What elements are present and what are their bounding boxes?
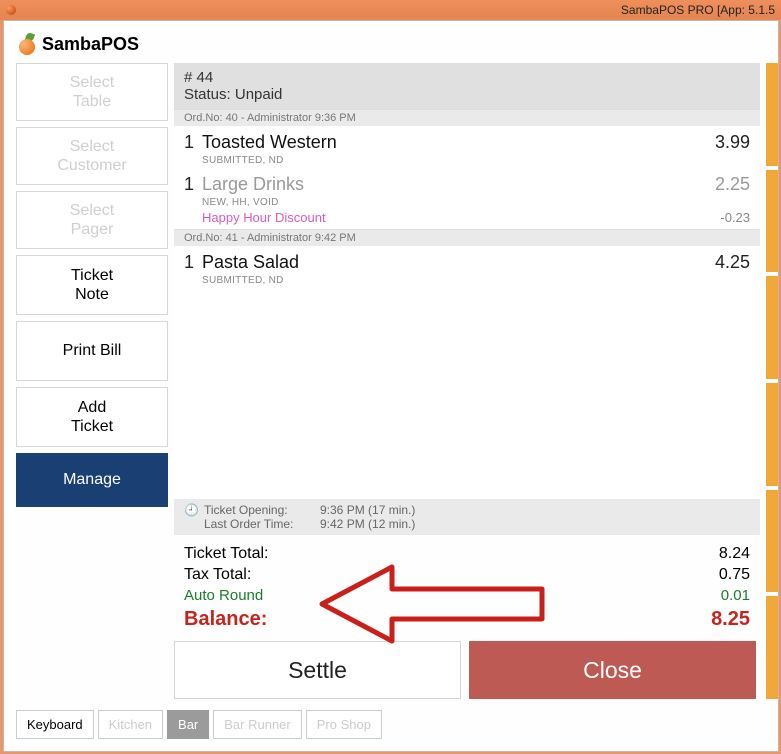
right-strip xyxy=(764,63,778,699)
ticket-header: # 44 Status: Unpaid xyxy=(174,63,760,109)
window-title: SambaPOS PRO [App: 5.1.5 xyxy=(621,3,775,17)
right-strip-button[interactable] xyxy=(766,490,778,593)
order-tags: NEW, HH, VOID xyxy=(202,197,715,208)
order-line[interactable]: 1Toasted Western SUBMITTED, ND3.99 xyxy=(174,126,760,168)
clock-icon: 🕘 xyxy=(184,503,198,517)
titlebar: SambaPOS PRO [App: 5.1.5 xyxy=(0,0,781,20)
order-tags: SUBMITTED, ND xyxy=(202,275,715,286)
order-price: 4.25 xyxy=(715,252,750,273)
auto-round-label: Auto Round xyxy=(184,586,721,606)
order-qty: 1 xyxy=(184,174,202,195)
right-strip-button[interactable] xyxy=(766,276,778,379)
brand-logo-icon xyxy=(16,33,38,55)
right-strip-button[interactable] xyxy=(766,596,778,699)
totals: Ticket Total:8.24 Tax Total:0.75 Auto Ro… xyxy=(174,535,760,637)
ticket-times: 🕘 Ticket Opening: 9:36 PM (17 min.) Last… xyxy=(174,499,760,535)
order-list: Ord.No: 40 - Administrator 9:36 PM1Toast… xyxy=(174,109,760,499)
tab-pro-shop[interactable]: Pro Shop xyxy=(306,710,382,739)
last-order-value: 9:42 PM (12 min.) xyxy=(320,517,415,531)
tab-bar-runner[interactable]: Bar Runner xyxy=(213,710,301,739)
right-strip-button[interactable] xyxy=(766,170,778,273)
print-bill-button[interactable]: Print Bill xyxy=(16,321,168,381)
order-group-header: Ord.No: 41 - Administrator 9:42 PM xyxy=(174,229,760,246)
window-frame: SambaPOS Select Table Select Customer Se… xyxy=(3,20,779,752)
order-name: Large Drinks xyxy=(202,174,715,195)
order-tags: SUBMITTED, ND xyxy=(202,155,715,166)
last-order-label: Last Order Time: xyxy=(204,517,314,531)
order-group-header: Ord.No: 40 - Administrator 9:36 PM xyxy=(174,109,760,126)
ticket-number: # 44 xyxy=(184,69,750,86)
balance-value: 8.25 xyxy=(711,606,750,633)
balance-label: Balance: xyxy=(184,606,711,633)
brand-text: SambaPOS xyxy=(42,34,139,55)
order-qty: 1 xyxy=(184,252,202,273)
order-name: Pasta Salad xyxy=(202,252,715,273)
ticket-note-button[interactable]: Ticket Note xyxy=(16,255,168,315)
select-table-button[interactable]: Select Table xyxy=(16,63,168,121)
tax-total-label: Tax Total: xyxy=(184,564,719,586)
order-price: 3.99 xyxy=(715,132,750,153)
opening-label: Ticket Opening: xyxy=(204,503,314,517)
right-strip-button[interactable] xyxy=(766,383,778,486)
app-icon xyxy=(6,5,16,15)
order-qty: 1 xyxy=(184,132,202,153)
left-sidebar: Select Table Select Customer Select Page… xyxy=(16,63,174,699)
select-customer-button[interactable]: Select Customer xyxy=(16,127,168,185)
order-price: 2.25 xyxy=(715,174,750,195)
select-pager-button[interactable]: Select Pager xyxy=(16,191,168,249)
settle-button[interactable]: Settle xyxy=(174,641,461,699)
close-button[interactable]: Close xyxy=(469,641,756,699)
opening-value: 9:36 PM (17 min.) xyxy=(320,503,415,517)
order-name: Toasted Western xyxy=(202,132,715,153)
auto-round-value: 0.01 xyxy=(721,586,750,606)
add-ticket-button[interactable]: Add Ticket xyxy=(16,387,168,447)
order-line[interactable]: 1Pasta Salad SUBMITTED, ND4.25 xyxy=(174,246,760,288)
tax-total-value: 0.75 xyxy=(719,564,750,586)
action-row: Settle Close xyxy=(174,637,760,699)
brand-header: SambaPOS xyxy=(12,29,778,63)
tab-kitchen[interactable]: Kitchen xyxy=(98,710,163,739)
tab-bar[interactable]: Bar xyxy=(167,710,209,739)
discount-value: -0.23 xyxy=(720,210,750,225)
manage-button[interactable]: Manage xyxy=(16,453,168,507)
discount-name: Happy Hour Discount xyxy=(202,210,720,225)
ticket-panel: # 44 Status: Unpaid Ord.No: 40 - Adminis… xyxy=(174,63,760,699)
ticket-total-label: Ticket Total: xyxy=(184,543,719,565)
bottom-tabs: Keyboard Kitchen Bar Bar Runner Pro Shop xyxy=(16,710,382,739)
ticket-total-value: 8.24 xyxy=(719,543,750,565)
ticket-status: Status: Unpaid xyxy=(184,86,750,103)
right-strip-button[interactable] xyxy=(766,63,778,166)
order-line[interactable]: 1Large Drinks NEW, HH, VOID2.25 xyxy=(174,168,760,210)
tab-keyboard[interactable]: Keyboard xyxy=(16,710,94,739)
order-discount: Happy Hour Discount-0.23 xyxy=(174,210,760,229)
